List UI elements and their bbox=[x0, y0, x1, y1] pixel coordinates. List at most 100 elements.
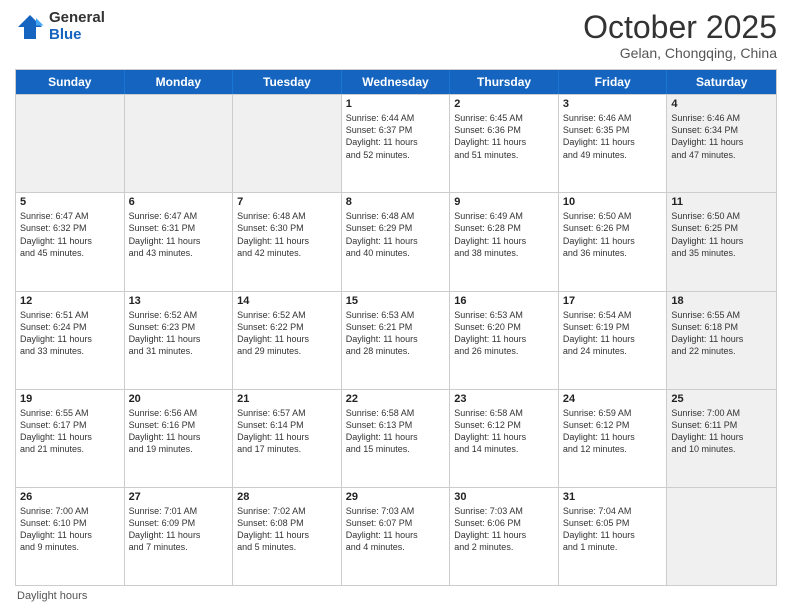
cell-info: Sunrise: 6:46 AM Sunset: 6:35 PM Dayligh… bbox=[563, 112, 663, 161]
cal-cell-empty-2 bbox=[233, 95, 342, 192]
cell-info: Sunrise: 6:50 AM Sunset: 6:25 PM Dayligh… bbox=[671, 210, 772, 259]
day-number: 10 bbox=[563, 196, 663, 208]
cell-info: Sunrise: 6:47 AM Sunset: 6:32 PM Dayligh… bbox=[20, 210, 120, 259]
day-number: 5 bbox=[20, 196, 120, 208]
day-number: 15 bbox=[346, 295, 446, 307]
header-day-wednesday: Wednesday bbox=[342, 70, 451, 94]
cal-cell-empty-1 bbox=[125, 95, 234, 192]
cal-cell-23: 23Sunrise: 6:58 AM Sunset: 6:12 PM Dayli… bbox=[450, 390, 559, 487]
cell-info: Sunrise: 6:46 AM Sunset: 6:34 PM Dayligh… bbox=[671, 112, 772, 161]
month-title: October 2025 bbox=[583, 10, 777, 45]
daylight-hours-label: Daylight hours bbox=[17, 590, 87, 602]
cal-cell-28: 28 Sunrise: 7:02 AM Sunset: 6:08 PM Dayli… bbox=[233, 488, 342, 585]
calendar-header: SundayMondayTuesdayWednesdayThursdayFrid… bbox=[16, 70, 776, 94]
logo-icon bbox=[15, 12, 45, 42]
cal-cell-17: 17 Sunrise: 6:54 AM Sunset: 6:19 PM Dayli… bbox=[559, 292, 668, 389]
cell-info: Sunrise: 6:55 AM Sunset: 6:17 PM Dayligh… bbox=[20, 407, 120, 456]
day-number: 1 bbox=[346, 98, 446, 110]
header-day-saturday: Saturday bbox=[667, 70, 776, 94]
cell-info: Sunrise: 7:04 AM Sunset: 6:05 PM Dayligh… bbox=[563, 505, 663, 554]
cal-cell-16: 16 Sunrise: 6:53 AM Sunset: 6:20 PM Dayli… bbox=[450, 292, 559, 389]
cal-cell-empty-0 bbox=[16, 95, 125, 192]
page: General Blue October 2025 Gelan, Chongqi… bbox=[0, 0, 792, 612]
header: General Blue October 2025 Gelan, Chongqi… bbox=[15, 10, 777, 61]
cell-info: Sunrise: 7:00 AM Sunset: 6:11 PM Dayligh… bbox=[671, 407, 772, 456]
cell-info: Sunrise: 6:44 AM Sunset: 6:37 PM Dayligh… bbox=[346, 112, 446, 161]
calendar-row-1: 1 Sunrise: 6:44 AM Sunset: 6:37 PM Daylig… bbox=[16, 94, 776, 192]
cell-info: Sunrise: 6:55 AM Sunset: 6:18 PM Dayligh… bbox=[671, 309, 772, 358]
cal-cell-1: 1 Sunrise: 6:44 AM Sunset: 6:37 PM Daylig… bbox=[342, 95, 451, 192]
cell-info: Sunrise: 6:53 AM Sunset: 6:20 PM Dayligh… bbox=[454, 309, 554, 358]
logo: General Blue bbox=[15, 10, 105, 43]
day-number: 25 bbox=[671, 393, 772, 405]
day-number: 31 bbox=[563, 491, 663, 503]
day-number: 20 bbox=[129, 393, 229, 405]
header-day-monday: Monday bbox=[125, 70, 234, 94]
day-number: 4 bbox=[671, 98, 772, 110]
cal-cell-21: 21Sunrise: 6:57 AM Sunset: 6:14 PM Dayli… bbox=[233, 390, 342, 487]
header-day-thursday: Thursday bbox=[450, 70, 559, 94]
day-number: 16 bbox=[454, 295, 554, 307]
day-number: 11 bbox=[671, 196, 772, 208]
calendar-row-4: 19 Sunrise: 6:55 AM Sunset: 6:17 PM Dayli… bbox=[16, 389, 776, 487]
cal-cell-31: 31 Sunrise: 7:04 AM Sunset: 6:05 PM Dayli… bbox=[559, 488, 668, 585]
cal-cell-11: 11 Sunrise: 6:50 AM Sunset: 6:25 PM Dayli… bbox=[667, 193, 776, 290]
logo-text: General Blue bbox=[49, 10, 105, 43]
cal-cell-26: 26 Sunrise: 7:00 AM Sunset: 6:10 PM Dayli… bbox=[16, 488, 125, 585]
day-number: 7 bbox=[237, 196, 337, 208]
header-day-sunday: Sunday bbox=[16, 70, 125, 94]
header-day-friday: Friday bbox=[559, 70, 668, 94]
cell-info: Sunrise: 6:48 AM Sunset: 6:30 PM Dayligh… bbox=[237, 210, 337, 259]
cal-cell-14: 14Sunrise: 6:52 AM Sunset: 6:22 PM Dayli… bbox=[233, 292, 342, 389]
day-number: 17 bbox=[563, 295, 663, 307]
cal-cell-29: 29Sunrise: 7:03 AM Sunset: 6:07 PM Dayli… bbox=[342, 488, 451, 585]
day-number: 3 bbox=[563, 98, 663, 110]
cell-info: Sunrise: 7:02 AM Sunset: 6:08 PM Dayligh… bbox=[237, 505, 337, 554]
location-subtitle: Gelan, Chongqing, China bbox=[583, 45, 777, 61]
day-number: 18 bbox=[671, 295, 772, 307]
cell-info: Sunrise: 6:52 AM Sunset: 6:23 PM Dayligh… bbox=[129, 309, 229, 358]
day-number: 14 bbox=[237, 295, 337, 307]
day-number: 29 bbox=[346, 491, 446, 503]
cal-cell-10: 10Sunrise: 6:50 AM Sunset: 6:26 PM Dayli… bbox=[559, 193, 668, 290]
day-number: 30 bbox=[454, 491, 554, 503]
cal-cell-3: 3 Sunrise: 6:46 AM Sunset: 6:35 PM Daylig… bbox=[559, 95, 668, 192]
day-number: 24 bbox=[563, 393, 663, 405]
cell-info: Sunrise: 6:59 AM Sunset: 6:12 PM Dayligh… bbox=[563, 407, 663, 456]
header-day-tuesday: Tuesday bbox=[233, 70, 342, 94]
cell-info: Sunrise: 6:53 AM Sunset: 6:21 PM Dayligh… bbox=[346, 309, 446, 358]
cal-cell-4: 4 Sunrise: 6:46 AM Sunset: 6:34 PM Daylig… bbox=[667, 95, 776, 192]
day-number: 21 bbox=[237, 393, 337, 405]
cell-info: Sunrise: 6:47 AM Sunset: 6:31 PM Dayligh… bbox=[129, 210, 229, 259]
day-number: 22 bbox=[346, 393, 446, 405]
cal-cell-22: 22 Sunrise: 6:58 AM Sunset: 6:13 PM Dayli… bbox=[342, 390, 451, 487]
cell-info: Sunrise: 6:51 AM Sunset: 6:24 PM Dayligh… bbox=[20, 309, 120, 358]
cell-info: Sunrise: 7:01 AM Sunset: 6:09 PM Dayligh… bbox=[129, 505, 229, 554]
cal-cell-30: 30 Sunrise: 7:03 AM Sunset: 6:06 PM Dayli… bbox=[450, 488, 559, 585]
cal-cell-25: 25 Sunrise: 7:00 AM Sunset: 6:11 PM Dayli… bbox=[667, 390, 776, 487]
cell-info: Sunrise: 7:00 AM Sunset: 6:10 PM Dayligh… bbox=[20, 505, 120, 554]
cell-info: Sunrise: 6:56 AM Sunset: 6:16 PM Dayligh… bbox=[129, 407, 229, 456]
day-number: 19 bbox=[20, 393, 120, 405]
title-block: October 2025 Gelan, Chongqing, China bbox=[583, 10, 777, 61]
day-number: 27 bbox=[129, 491, 229, 503]
cell-info: Sunrise: 6:49 AM Sunset: 6:28 PM Dayligh… bbox=[454, 210, 554, 259]
cell-info: Sunrise: 6:58 AM Sunset: 6:13 PM Dayligh… bbox=[346, 407, 446, 456]
cell-info: Sunrise: 7:03 AM Sunset: 6:06 PM Dayligh… bbox=[454, 505, 554, 554]
day-number: 6 bbox=[129, 196, 229, 208]
calendar-row-3: 12Sunrise: 6:51 AM Sunset: 6:24 PM Dayli… bbox=[16, 291, 776, 389]
calendar-row-5: 26 Sunrise: 7:00 AM Sunset: 6:10 PM Dayli… bbox=[16, 487, 776, 585]
cell-info: Sunrise: 6:54 AM Sunset: 6:19 PM Dayligh… bbox=[563, 309, 663, 358]
cal-cell-2: 2Sunrise: 6:45 AM Sunset: 6:36 PM Daylig… bbox=[450, 95, 559, 192]
day-number: 28 bbox=[237, 491, 337, 503]
day-number: 13 bbox=[129, 295, 229, 307]
day-number: 26 bbox=[20, 491, 120, 503]
cell-info: Sunrise: 6:45 AM Sunset: 6:36 PM Dayligh… bbox=[454, 112, 554, 161]
cal-cell-empty-6 bbox=[667, 488, 776, 585]
cal-cell-8: 8Sunrise: 6:48 AM Sunset: 6:29 PM Daylig… bbox=[342, 193, 451, 290]
cal-cell-27: 27 Sunrise: 7:01 AM Sunset: 6:09 PM Dayli… bbox=[125, 488, 234, 585]
cal-cell-9: 9Sunrise: 6:49 AM Sunset: 6:28 PM Daylig… bbox=[450, 193, 559, 290]
calendar: SundayMondayTuesdayWednesdayThursdayFrid… bbox=[15, 69, 777, 586]
cal-cell-7: 7 Sunrise: 6:48 AM Sunset: 6:30 PM Daylig… bbox=[233, 193, 342, 290]
cal-cell-24: 24 Sunrise: 6:59 AM Sunset: 6:12 PM Dayli… bbox=[559, 390, 668, 487]
